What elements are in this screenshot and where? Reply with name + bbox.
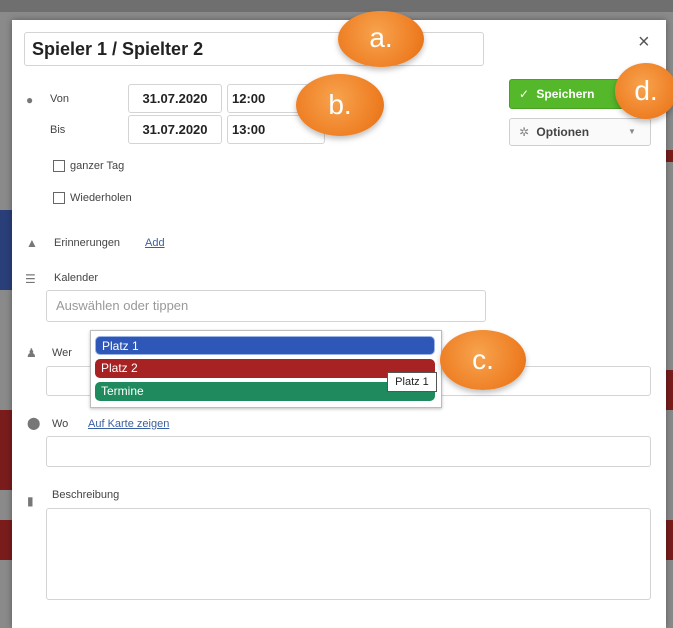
show-map-link[interactable]: Auf Karte zeigen bbox=[88, 418, 169, 430]
dropdown-option-termine[interactable]: Termine bbox=[95, 382, 435, 401]
annotation-b: b. bbox=[296, 74, 384, 136]
backdrop bbox=[0, 0, 673, 12]
repeat-checkbox[interactable] bbox=[53, 192, 65, 204]
options-button[interactable]: ✲ Optionen ▼ bbox=[509, 118, 651, 146]
add-reminder-link[interactable]: Add bbox=[145, 237, 165, 249]
option-label: Termine bbox=[101, 384, 144, 398]
where-input[interactable] bbox=[46, 436, 651, 467]
option-label: Platz 2 bbox=[101, 361, 138, 375]
option-label: Platz 1 bbox=[102, 339, 139, 353]
gear-icon: ✲ bbox=[519, 125, 530, 139]
save-label: Speichern bbox=[536, 87, 595, 101]
from-label: Von bbox=[50, 93, 69, 105]
background-strip bbox=[666, 150, 673, 162]
check-icon: ✓ bbox=[519, 87, 530, 101]
description-label: Beschreibung bbox=[52, 489, 120, 501]
calendar-input[interactable]: Auswählen oder tippen bbox=[46, 290, 486, 322]
map-pin-icon: ⬤ bbox=[27, 416, 41, 430]
reminders-label: Erinnerungen bbox=[54, 237, 121, 249]
dropdown-option-platz-1[interactable]: Platz 1 bbox=[95, 336, 435, 355]
to-date-input[interactable]: 31.07.2020 bbox=[128, 115, 222, 144]
annotation-c: c. bbox=[440, 330, 526, 390]
calendar-label: Kalender bbox=[54, 272, 99, 284]
who-label: Wer bbox=[52, 347, 72, 359]
document-icon: ▮ bbox=[27, 494, 34, 508]
background-strip bbox=[666, 520, 673, 560]
person-icon: ♟ bbox=[26, 346, 37, 360]
dropdown-option-platz-2[interactable]: Platz 2 bbox=[95, 359, 435, 378]
where-label: Wo bbox=[52, 418, 69, 430]
bell-icon: ▲ bbox=[26, 236, 38, 250]
chevron-down-icon: ▼ bbox=[628, 127, 636, 136]
list-icon: ☰ bbox=[25, 272, 36, 286]
annotation-a: a. bbox=[338, 11, 424, 67]
tooltip: Platz 1 bbox=[387, 372, 437, 392]
clock-icon: ● bbox=[26, 93, 34, 107]
repeat-label: Wiederholen bbox=[70, 192, 132, 204]
calendar-dropdown: Platz 1 Platz 2 Termine bbox=[90, 330, 442, 408]
options-label: Optionen bbox=[536, 125, 590, 139]
all-day-label: ganzer Tag bbox=[70, 160, 125, 172]
annotation-d: d. bbox=[615, 63, 673, 119]
all-day-checkbox[interactable] bbox=[53, 160, 65, 172]
from-date-input[interactable]: 31.07.2020 bbox=[128, 84, 222, 113]
background-strip bbox=[666, 370, 673, 410]
description-textarea[interactable] bbox=[46, 508, 651, 600]
close-icon[interactable]: × bbox=[638, 32, 650, 52]
to-label: Bis bbox=[50, 124, 66, 136]
